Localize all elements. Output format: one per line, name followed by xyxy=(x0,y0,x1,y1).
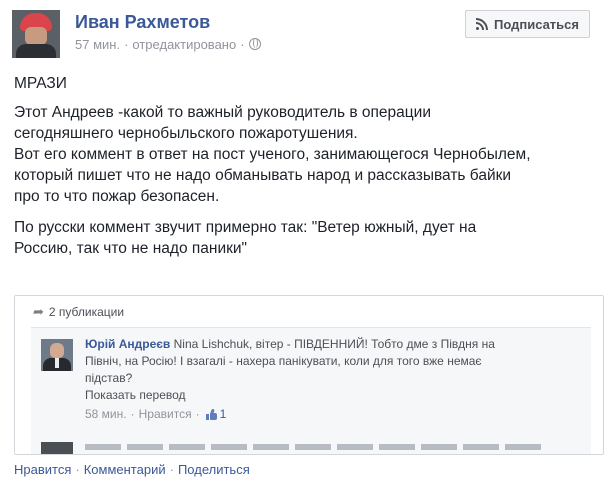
subscribe-label: Подписаться xyxy=(493,16,579,32)
post-paragraph: Этот Андреев -какой то важный руководите… xyxy=(14,104,531,205)
show-translation-link[interactable]: Показать перевод xyxy=(85,388,186,402)
next-comment-partial xyxy=(41,439,581,454)
post-header: Иван Рахметов 57 мин. · отредактировано · П… xyxy=(12,10,602,60)
comment-text: Юрій Андреєв Nina Lishchuk, вітер - ПІВД… xyxy=(85,336,555,387)
commenter-avatar[interactable] xyxy=(41,339,73,371)
post-title: МРАЗИ xyxy=(14,75,67,92)
like-link[interactable]: Нравится xyxy=(14,462,71,477)
comment-author[interactable]: Юрій Андреєв xyxy=(85,337,170,351)
comment-meta: 58 мин. · Нравится · 1 xyxy=(85,407,226,421)
share-arrow-icon: ➦ xyxy=(33,303,44,319)
author-avatar[interactable] xyxy=(12,10,60,58)
meta-separator: · xyxy=(240,37,245,52)
rss-icon xyxy=(475,18,488,30)
comment-text-cropped xyxy=(85,444,545,450)
share-link[interactable]: Поделиться xyxy=(178,462,250,477)
edited-label[interactable]: отредактировано xyxy=(132,37,236,52)
meta-separator: · xyxy=(124,37,129,52)
shares-row[interactable]: ➦ 2 публикации xyxy=(15,296,603,327)
comment-link[interactable]: Комментарий xyxy=(84,462,166,477)
comment-time[interactable]: 58 мин. xyxy=(85,407,127,421)
shared-post-box: ➦ 2 публикации Юрій Андреєв Nina Lishchu… xyxy=(14,295,604,455)
globe-icon[interactable] xyxy=(248,38,261,50)
post-meta: 57 мин. · отредактировано · xyxy=(75,37,261,52)
meta-separator: · xyxy=(195,407,200,421)
commenter-avatar[interactable] xyxy=(41,442,73,454)
post-time[interactable]: 57 мин. xyxy=(75,37,120,52)
comments-area: Юрій Андреєв Nina Lishchuk, вітер - ПІВД… xyxy=(31,327,591,454)
thumbs-up-icon xyxy=(205,408,217,420)
subscribe-button[interactable]: Подписаться xyxy=(464,10,590,38)
shares-count[interactable]: 2 публикации xyxy=(49,305,124,319)
meta-separator: · xyxy=(130,407,135,421)
comment-like-link[interactable]: Нравится xyxy=(139,407,192,421)
post-paragraph: По русски коммент звучит примерно так: "… xyxy=(14,219,477,257)
action-separator: · xyxy=(75,462,80,477)
comment-likes-count[interactable]: 1 xyxy=(220,407,227,421)
post-actions: Нравится · Комментарий · Поделиться xyxy=(14,462,250,477)
post-body: МРАЗИ Этот Андреев -какой то важный руко… xyxy=(14,73,604,269)
action-separator: · xyxy=(169,462,174,477)
author-name[interactable]: Иван Рахметов xyxy=(75,12,210,33)
